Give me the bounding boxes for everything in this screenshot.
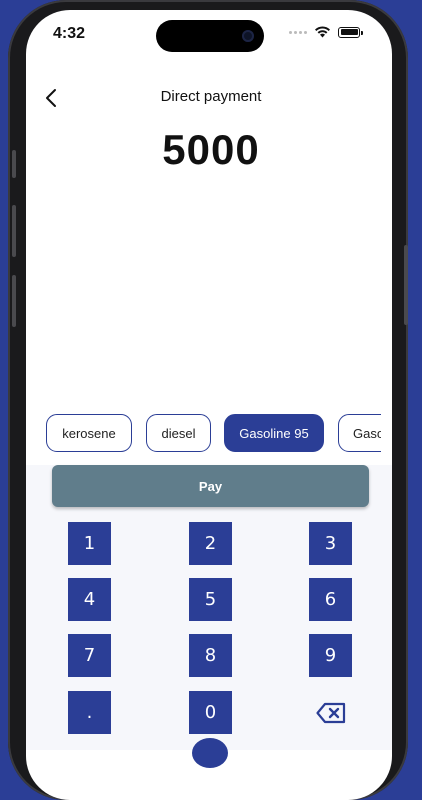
key-6[interactable]: 6 bbox=[309, 578, 352, 621]
key-8[interactable]: 8 bbox=[189, 634, 232, 677]
status-time: 4:32 bbox=[53, 25, 86, 42]
payment-amount: 5000 bbox=[162, 126, 260, 173]
key-0[interactable]: 0 bbox=[189, 691, 232, 734]
fuel-chip-label: Gasoline 95 bbox=[239, 425, 309, 441]
key-4[interactable]: 4 bbox=[68, 578, 111, 621]
power-button bbox=[404, 245, 408, 325]
fuel-chip-label: diesel bbox=[161, 425, 196, 441]
home-indicator bbox=[192, 738, 228, 768]
volume-down-button bbox=[12, 275, 16, 327]
fuel-chip-diesel[interactable]: diesel bbox=[146, 414, 211, 452]
key-1[interactable]: 1 bbox=[68, 522, 111, 565]
fuel-chip-gasoline-98[interactable]: Gasoline 98 bbox=[338, 414, 381, 452]
page-title: Direct payment bbox=[160, 88, 262, 105]
key-7[interactable]: 7 bbox=[68, 634, 111, 677]
camera-icon bbox=[242, 30, 254, 42]
fuel-chip-label: kerosene bbox=[62, 425, 116, 441]
volume-up-button bbox=[12, 205, 16, 257]
pay-button[interactable]: Pay bbox=[52, 465, 369, 507]
dynamic-island bbox=[156, 20, 264, 52]
key-5[interactable]: 5 bbox=[189, 578, 232, 621]
signal-dots-icon bbox=[289, 30, 307, 34]
key-2[interactable]: 2 bbox=[189, 522, 232, 565]
fuel-chip-kerosene[interactable]: kerosene bbox=[46, 414, 132, 452]
backspace-icon[interactable] bbox=[309, 691, 352, 734]
key-decimal[interactable]: . bbox=[68, 691, 111, 734]
battery-icon bbox=[338, 26, 363, 38]
status-icons bbox=[289, 26, 363, 38]
key-3[interactable]: 3 bbox=[309, 522, 352, 565]
fuel-chip-gasoline-95[interactable]: Gasoline 95 bbox=[224, 414, 324, 452]
fuel-type-selector: kerosene diesel Gasoline 95 Gasoline 98 bbox=[46, 414, 381, 452]
key-9[interactable]: 9 bbox=[309, 634, 352, 677]
fuel-chip-label: Gasoline 98 bbox=[353, 425, 381, 441]
wifi-icon bbox=[315, 26, 330, 38]
